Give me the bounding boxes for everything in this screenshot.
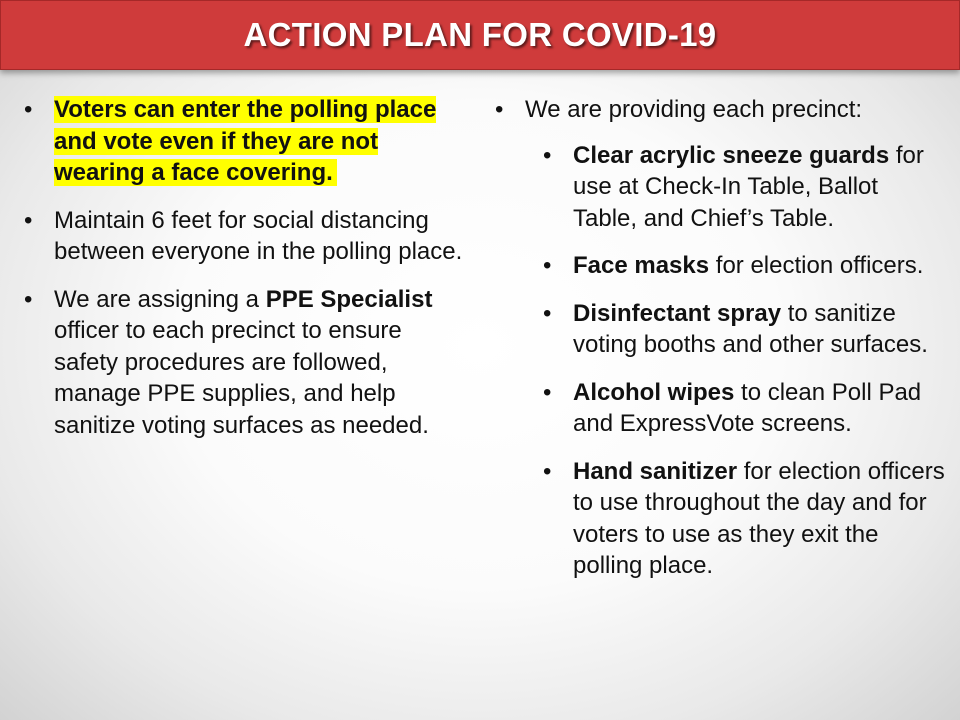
highlighted-text: Voters can enter the polling place and v… bbox=[54, 96, 437, 186]
supply-alcohol-wipes: Alcohol wipes to clean Poll Pad and Expr… bbox=[543, 377, 945, 440]
supply-list: Clear acrylic sneeze guards for use at C… bbox=[543, 140, 945, 582]
bullet-face-covering: Voters can enter the polling place and v… bbox=[24, 94, 464, 189]
title-banner: ACTION PLAN FOR COVID-19 bbox=[0, 0, 960, 70]
bullet-providing-intro: We are providing each precinct: Clear ac… bbox=[495, 94, 945, 582]
right-bullet-list: We are providing each precinct: Clear ac… bbox=[495, 94, 945, 598]
bullet-ppe-specialist: We are assigning a PPE Specialist office… bbox=[24, 284, 464, 442]
supply-sneeze-guards: Clear acrylic sneeze guards for use at C… bbox=[543, 140, 945, 235]
supply-face-masks: Face masks for election officers. bbox=[543, 250, 945, 282]
supply-disinfectant-spray: Disinfectant spray to sanitize voting bo… bbox=[543, 298, 945, 361]
bullet-social-distancing: Maintain 6 feet for social distancing be… bbox=[24, 205, 464, 268]
left-bullet-list: Voters can enter the polling place and v… bbox=[24, 94, 464, 457]
slide-title: ACTION PLAN FOR COVID-19 bbox=[243, 16, 717, 53]
supply-hand-sanitizer: Hand sanitizer for election officers to … bbox=[543, 456, 945, 582]
